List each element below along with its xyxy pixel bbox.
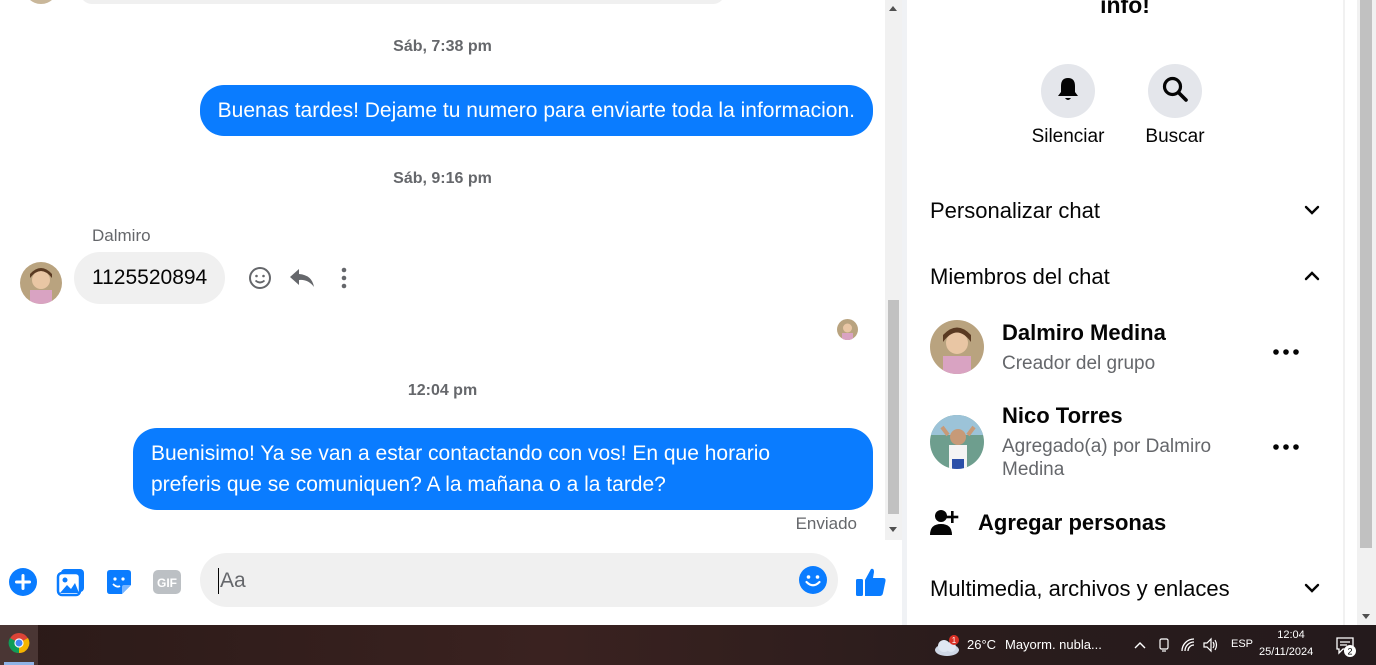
like-icon[interactable] xyxy=(855,566,887,598)
react-icon[interactable] xyxy=(246,264,274,292)
scroll-thumb[interactable] xyxy=(888,300,899,514)
search-button[interactable] xyxy=(1148,64,1202,118)
more-options-icon[interactable] xyxy=(1272,343,1300,355)
member-name: Dalmiro Medina xyxy=(1002,320,1166,345)
sender-name: Dalmiro xyxy=(92,226,151,245)
member-avatar xyxy=(930,320,984,374)
clock-time[interactable]: 12:04 xyxy=(1275,629,1307,641)
weather-icon[interactable]: 1 xyxy=(933,635,961,657)
language-indicator[interactable]: ESP xyxy=(1231,638,1253,650)
member-item[interactable]: Nico Torres Agregado(a) por Dalmiro Medi… xyxy=(930,403,1320,483)
taskbar: 1 26°C Mayorm. nubla... ESP 12:04 25/11/… xyxy=(0,625,1376,665)
gif-label: GIF xyxy=(157,576,177,590)
plus-icon[interactable] xyxy=(7,566,39,598)
message-timestamp: Sáb, 9:16 pm xyxy=(393,170,492,187)
chat-conversation: Sáb, 7:38 pm Buenas tardes! Dejame tu nu… xyxy=(0,0,885,625)
chat-info-panel: info! Silenciar Buscar Personalizar chat… xyxy=(907,0,1343,625)
section-customize-chat[interactable]: Personalizar chat xyxy=(930,190,1320,230)
chrome-taskbar-button[interactable] xyxy=(0,625,38,665)
sticker-icon[interactable] xyxy=(103,566,135,598)
message-bubble-outgoing[interactable]: Buenisimo! Ya se van a estar contactando… xyxy=(133,428,873,510)
add-people-button[interactable]: Agregar personas xyxy=(930,505,1320,541)
volume-icon[interactable] xyxy=(1203,637,1219,653)
sender-avatar[interactable] xyxy=(20,262,62,304)
message-input-placeholder: Aa xyxy=(220,569,246,592)
member-item[interactable]: Dalmiro Medina Creador del grupo xyxy=(930,320,1320,380)
member-name: Nico Torres xyxy=(1002,403,1123,428)
message-timestamp: Sáb, 7:38 pm xyxy=(393,38,492,55)
avatar xyxy=(24,0,58,4)
image-icon[interactable] xyxy=(55,566,87,598)
chat-scrollbar[interactable] xyxy=(885,0,902,540)
scroll-down-arrow[interactable] xyxy=(889,527,897,532)
message-bubble-incoming[interactable]: 1125520894 xyxy=(74,252,226,304)
chevron-down-icon xyxy=(1304,202,1320,218)
mute-label: Silenciar xyxy=(1031,126,1105,147)
scroll-thumb[interactable] xyxy=(1360,0,1372,548)
notification-icon[interactable]: 2 xyxy=(1336,636,1360,658)
search-label: Buscar xyxy=(1145,126,1205,147)
chevron-up-icon xyxy=(1304,268,1320,284)
weather-badge: 1 xyxy=(952,636,957,645)
scroll-down-arrow[interactable] xyxy=(1362,614,1370,619)
emoji-icon[interactable] xyxy=(798,565,828,595)
member-role: Creador del grupo xyxy=(1002,353,1156,374)
section-label: Personalizar chat xyxy=(930,198,1100,223)
add-people-label: Agregar personas xyxy=(978,510,1167,535)
more-icon[interactable] xyxy=(330,264,358,292)
mute-button[interactable] xyxy=(1041,64,1095,118)
search-icon xyxy=(1161,75,1189,108)
chevron-down-icon xyxy=(1304,580,1320,596)
chevron-up-icon[interactable] xyxy=(1132,637,1148,653)
text-cursor xyxy=(218,568,219,594)
message-line: preferis que se comuniquen? A la mañana … xyxy=(151,473,666,496)
chrome-icon xyxy=(8,632,30,659)
clock-date[interactable]: 25/11/2024 xyxy=(1259,646,1313,658)
device-icon[interactable] xyxy=(1156,637,1172,653)
weather-temp: 26°C xyxy=(967,637,997,652)
scroll-up-arrow[interactable] xyxy=(889,6,897,11)
message-line: Buenisimo! Ya se van a estar contactando… xyxy=(151,442,771,465)
member-role: Agregado(a) por Dalmiro Medina xyxy=(1002,436,1212,480)
message-bubble[interactable] xyxy=(80,0,725,4)
message-input[interactable]: Aa xyxy=(200,553,838,607)
notification-count: 2 xyxy=(1347,647,1352,657)
info-scrollbar[interactable] xyxy=(1343,0,1376,625)
message-status: Enviado xyxy=(795,514,857,533)
message-timestamp: 12:04 pm xyxy=(407,382,478,399)
section-media-files-links[interactable]: Multimedia, archivos y enlaces xyxy=(930,568,1320,608)
section-label: Miembros del chat xyxy=(930,264,1110,289)
section-chat-members[interactable]: Miembros del chat xyxy=(930,256,1320,296)
wifi-icon[interactable] xyxy=(1180,637,1196,653)
message-bubble-outgoing[interactable]: Buenas tardes! Dejame tu numero para env… xyxy=(199,85,873,136)
seen-avatar xyxy=(837,319,858,340)
info-title: info! xyxy=(1100,0,1150,18)
message-composer: GIF Aa xyxy=(0,540,902,625)
weather-description[interactable]: Mayorm. nubla... xyxy=(1005,637,1102,652)
add-person-icon xyxy=(930,507,960,542)
section-label: Multimedia, archivos y enlaces xyxy=(930,576,1230,601)
gif-icon[interactable]: GIF xyxy=(151,566,183,598)
scroll-track xyxy=(1345,0,1357,625)
more-options-icon[interactable] xyxy=(1272,438,1300,450)
bell-icon xyxy=(1056,76,1080,107)
member-avatar xyxy=(930,415,984,469)
app-window: Sáb, 7:38 pm Buenas tardes! Dejame tu nu… xyxy=(0,0,1376,665)
reply-icon[interactable] xyxy=(288,264,316,292)
